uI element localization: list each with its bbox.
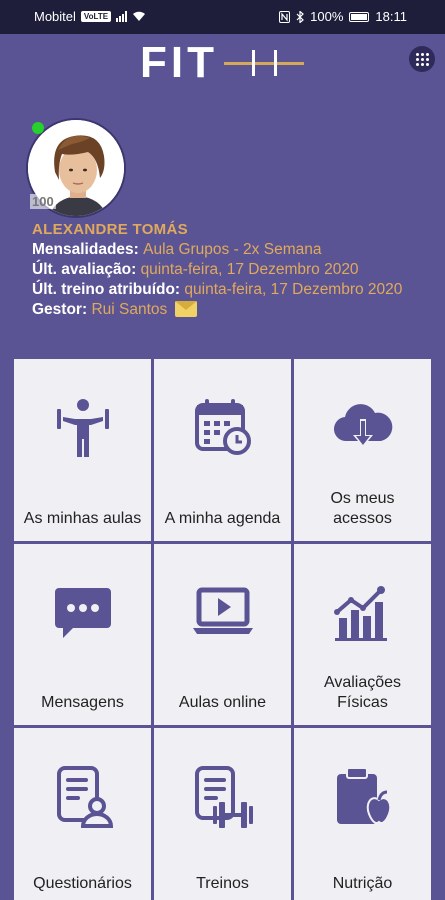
logo-accent-line — [224, 62, 304, 65]
last-workout-value: quinta-feira, 17 Dezembro 2020 — [184, 281, 403, 298]
mensalidades-row: Mensalidades: Aula Grupos - 2x Semana — [32, 240, 432, 260]
tile-online-classes[interactable]: Aulas online — [154, 544, 291, 725]
tile-messages[interactable]: Mensagens — [14, 544, 151, 725]
tile-my-access[interactable]: Os meus acessos — [294, 359, 431, 541]
mensalidades-label: Mensalidades: — [32, 241, 139, 258]
tile-label: Aulas online — [178, 694, 267, 711]
wifi-icon — [133, 11, 146, 21]
manager-label: Gestor: — [32, 301, 88, 318]
volte-badge: VoLTE — [80, 11, 112, 22]
apps-menu-button[interactable] — [409, 46, 435, 72]
avatar-badge: 100 — [30, 194, 56, 209]
fitness-person-icon — [56, 399, 109, 457]
battery-percent: 100% — [310, 9, 344, 24]
last-evaluation-label: Últ. avaliação: — [32, 261, 137, 278]
document-user-icon — [56, 766, 113, 828]
tile-nutrition[interactable]: Nutrição — [294, 728, 431, 900]
tile-physical-evaluations[interactable]: Avaliações Físicas — [294, 544, 431, 725]
carrier-name: Mobitel — [34, 9, 76, 24]
tile-label: Avaliações Físicas — [323, 674, 402, 711]
document-dumbbell-icon — [194, 766, 253, 828]
last-workout-label: Últ. treino atribuído: — [32, 281, 181, 298]
tile-workouts[interactable]: Treinos — [154, 728, 291, 900]
tile-questionnaires[interactable]: Questionários — [14, 728, 151, 900]
mensalidades-value: Aula Grupos - 2x Semana — [143, 241, 322, 258]
tile-label: Treinos — [196, 875, 249, 892]
status-bar: Mobitel VoLTE 100% 18:11 — [0, 0, 445, 34]
laptop-play-icon — [192, 587, 253, 634]
battery-icon — [349, 11, 370, 22]
last-evaluation-row: Últ. avaliação: quinta-feira, 17 Dezembr… — [32, 260, 432, 280]
tile-label: Questionários — [33, 875, 132, 892]
bluetooth-icon — [296, 10, 305, 23]
grid-dots-icon — [415, 52, 429, 66]
tile-label: A minha agenda — [164, 510, 281, 527]
tile-label: Mensagens — [41, 694, 124, 711]
chat-bubble-icon — [54, 588, 111, 638]
nfc-icon — [279, 10, 291, 23]
tile-label: Nutrição — [332, 875, 393, 892]
last-evaluation-value: quinta-feira, 17 Dezembro 2020 — [140, 261, 359, 278]
tile-my-agenda[interactable]: A minha agenda — [154, 359, 291, 541]
tile-my-classes[interactable]: As minhas aulas — [14, 359, 151, 541]
tile-label: Os meus acessos — [330, 490, 395, 527]
profile-avatar[interactable]: 100 — [26, 118, 128, 218]
signal-icon — [116, 11, 128, 22]
clipboard-apple-icon — [336, 767, 391, 824]
calendar-clock-icon — [194, 399, 251, 455]
cloud-download-icon — [333, 404, 392, 447]
tile-label: As minhas aulas — [23, 510, 142, 527]
app-logo: FIT — [140, 40, 305, 86]
manager-row: Gestor: Rui Santos — [32, 300, 432, 320]
last-workout-row: Últ. treino atribuído: quinta-feira, 17 … — [32, 280, 432, 300]
online-status-dot — [32, 122, 44, 134]
clock: 18:11 — [375, 9, 407, 24]
menu-grid: As minhas aulas A minha agenda Os meus a… — [14, 359, 432, 900]
user-name: ALEXANDRE TOMÁS — [32, 221, 188, 238]
logo-text: FIT — [140, 38, 218, 87]
manager-value[interactable]: Rui Santos — [91, 301, 167, 318]
profile-info: ALEXANDRE TOMÁS Mensalidades: Aula Grupo… — [32, 220, 432, 320]
bar-chart-icon — [333, 586, 387, 641]
mail-icon[interactable] — [174, 301, 197, 317]
